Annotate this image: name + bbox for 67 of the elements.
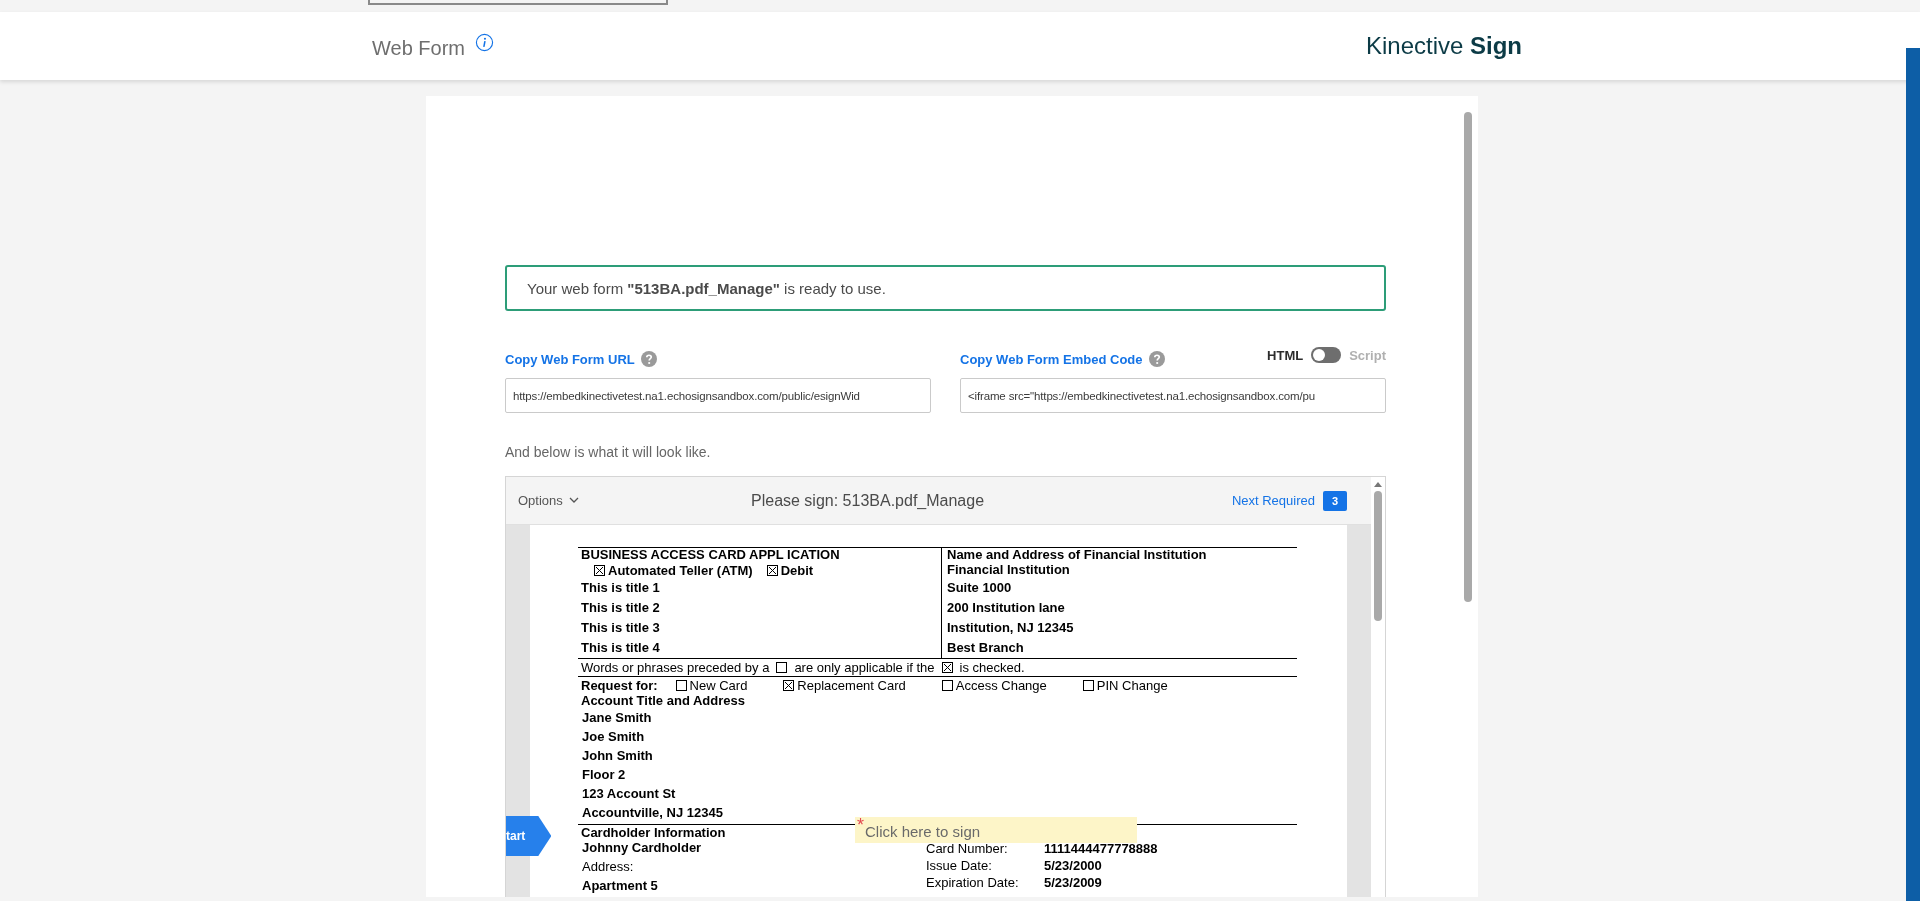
scroll-up-icon[interactable] xyxy=(1374,481,1382,487)
account-line: John Smith xyxy=(581,747,653,765)
script-label: Script xyxy=(1349,347,1386,363)
institution-line: 200 Institution lane xyxy=(947,599,1066,617)
field-label: Card Number: xyxy=(926,841,1009,856)
title-line: This is title 3 xyxy=(581,619,661,637)
note-text: are only applicable if the xyxy=(794,660,935,675)
scrollbar[interactable] xyxy=(1906,48,1920,901)
info-icon[interactable] xyxy=(475,32,494,52)
field-label: Issue Date: xyxy=(926,858,993,873)
checkbox-label: Debit xyxy=(780,562,814,578)
account-line: Accountville, NJ 12345 xyxy=(581,804,723,822)
form-title: BUSINESS ACCESS CARD APPL ICATION xyxy=(581,548,841,562)
scroll-thumb[interactable] xyxy=(1374,491,1382,621)
options-dropdown[interactable]: Options xyxy=(518,493,579,508)
document-title: Please sign: 513BA.pdf_Manage xyxy=(751,491,985,510)
institution-heading: Name and Address of Financial Institution xyxy=(947,548,1208,562)
cardholder-line: Apartment 5 xyxy=(581,877,658,895)
account-line: Joe Smith xyxy=(581,728,645,746)
checkbox-label: Replacement Card xyxy=(797,677,906,693)
note-text: is checked. xyxy=(959,660,1025,675)
title-line: This is title 4 xyxy=(581,639,661,657)
format-toggle[interactable] xyxy=(1311,347,1342,363)
field-value: 5/23/2000 xyxy=(1044,858,1102,873)
title-line: This is title 1 xyxy=(581,579,661,597)
note-text: Words or phrases preceded by a xyxy=(581,660,770,675)
checkbox[interactable] xyxy=(675,679,687,691)
field-label: Expiration Date: xyxy=(926,875,1020,890)
institution-line: Financial Institution xyxy=(947,562,1071,578)
cardholder-line: Address: xyxy=(581,858,634,876)
checkbox[interactable] xyxy=(1082,679,1094,691)
checkbox[interactable] xyxy=(941,679,953,691)
field-value: 1111444477778888 xyxy=(1044,841,1158,856)
title-line: This is title 2 xyxy=(581,599,661,617)
preview-caption: And below is what it will look like. xyxy=(505,444,712,462)
count-badge: 3 xyxy=(1323,490,1347,511)
checkbox[interactable] xyxy=(766,564,778,576)
brand-logo: Kinective Sign xyxy=(1365,32,1522,60)
embed-code-field[interactable]: <iframe src="https://embedkinectivetest.na1.echosignsandbox.com/pu xyxy=(960,378,1386,413)
institution-line: Institution, NJ 12345 xyxy=(947,619,1075,637)
checkbox-label: Automated Teller (ATM) xyxy=(608,562,753,578)
chevron-down-icon xyxy=(568,497,579,504)
page-title: Web Form xyxy=(372,36,465,60)
account-line: 123 Account St xyxy=(581,785,676,803)
url-field[interactable]: https://embedkinectivetest.na1.echosignsandbox.com/public/esignWid xyxy=(505,378,931,413)
account-line: Floor 2 xyxy=(581,766,626,784)
copy-url-link[interactable]: Copy Web Form URL xyxy=(505,351,635,367)
help-icon[interactable] xyxy=(1148,351,1165,367)
institution-line: Suite 1000 xyxy=(947,579,1013,597)
account-line: Jane Smith xyxy=(581,709,652,727)
cardholder-heading: Cardholder Information xyxy=(580,825,726,840)
checkbox[interactable] xyxy=(783,679,795,691)
checkbox-label: Access Change xyxy=(955,677,1047,693)
next-required-link[interactable]: Next Required xyxy=(1231,493,1315,508)
checkbox[interactable] xyxy=(594,564,605,576)
request-label: Request for: xyxy=(581,677,658,693)
help-icon[interactable] xyxy=(640,351,657,367)
field-value: 5/23/2009 xyxy=(1044,875,1102,890)
html-label: HTML xyxy=(1267,347,1304,363)
copy-embed-code-link[interactable]: Copy Web Form Embed Code xyxy=(960,351,1143,367)
cardholder-line: Johnny Cardholder xyxy=(581,839,702,857)
scroll-thumb[interactable] xyxy=(1464,112,1472,602)
checkbox-label: PIN Change xyxy=(1096,677,1168,693)
institution-line: Best Branch xyxy=(947,639,1025,657)
checkbox-label: New Card xyxy=(689,677,748,693)
account-heading: Account Title and Address xyxy=(580,693,746,708)
success-message: Your web form "513BA.pdf_Manage" is ready to use. xyxy=(505,265,1386,311)
